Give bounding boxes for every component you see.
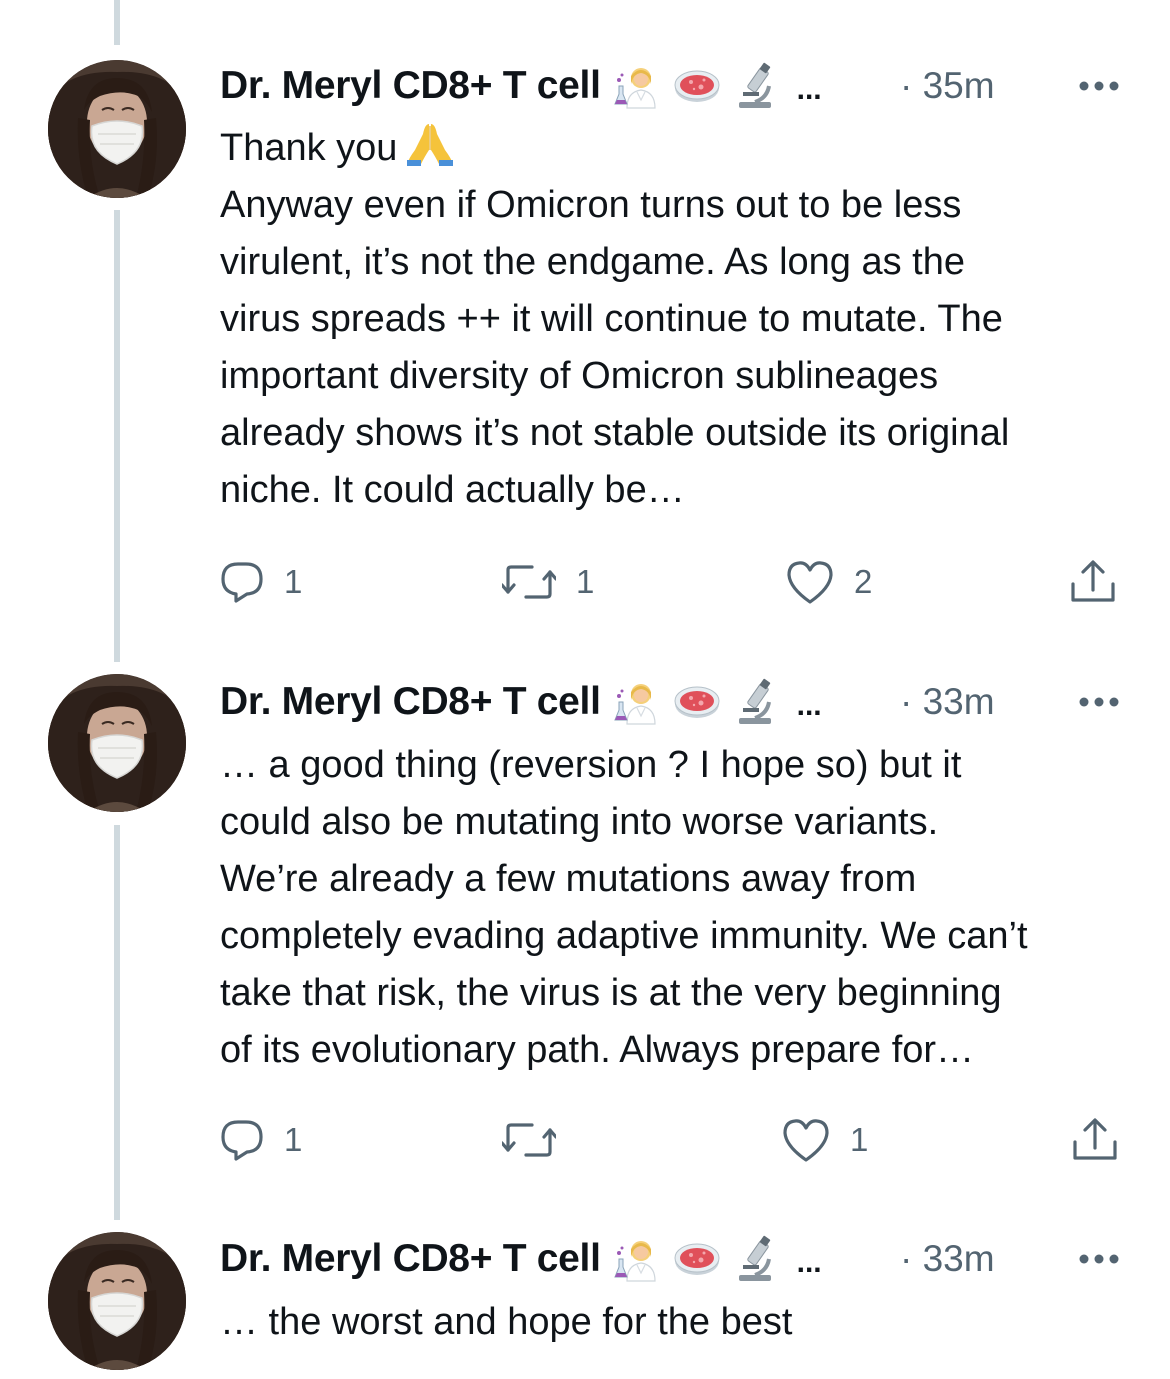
thread-line bbox=[114, 0, 120, 45]
scientist-emoji bbox=[613, 62, 661, 110]
avatar[interactable] bbox=[48, 1232, 186, 1370]
text-line: of its evolutionary path. Always prepare… bbox=[220, 1029, 975, 1071]
text-line: Anyway even if Omicron turns out to be l… bbox=[220, 184, 962, 226]
reply-count: 1 bbox=[284, 1121, 303, 1158]
like-count: 1 bbox=[850, 1121, 869, 1158]
tweet-header: Dr. Meryl CD8+ T cell ... · 35m bbox=[220, 56, 1170, 116]
timestamp[interactable]: · 33m bbox=[900, 681, 995, 723]
heart-icon bbox=[782, 1118, 830, 1162]
more-options-icon[interactable] bbox=[1078, 696, 1120, 708]
action-bar: 1 1 bbox=[220, 1110, 1120, 1170]
reply-button[interactable]: 1 bbox=[220, 552, 302, 612]
petri-dish-emoji bbox=[673, 678, 721, 726]
microscope-emoji bbox=[733, 678, 781, 726]
text-line: niche. It could actually be… bbox=[220, 469, 685, 511]
timestamp[interactable]: · 33m bbox=[900, 1238, 995, 1280]
text-line: virulent, it’s not the endgame. As long … bbox=[220, 241, 965, 283]
action-bar: 1 1 2 bbox=[220, 552, 1120, 612]
tweet-text: … a good thing (reversion ? I hope so) b… bbox=[220, 737, 1140, 1079]
share-button[interactable] bbox=[1070, 552, 1116, 612]
like-count: 2 bbox=[854, 563, 873, 600]
reply-count: 1 bbox=[284, 563, 303, 600]
timestamp[interactable]: · 35m bbox=[900, 65, 995, 107]
share-icon bbox=[1070, 560, 1116, 604]
microscope-emoji bbox=[733, 1235, 781, 1283]
reply-icon bbox=[220, 1118, 264, 1162]
avatar[interactable] bbox=[48, 60, 186, 198]
scientist-emoji bbox=[613, 1235, 661, 1283]
thread-line bbox=[114, 210, 120, 662]
retweet-button[interactable] bbox=[502, 1110, 576, 1170]
text-line: … a good thing (reversion ? I hope so) b… bbox=[220, 744, 962, 786]
text-line: important diversity of Omicron sublineag… bbox=[220, 355, 939, 397]
thread-line bbox=[114, 825, 120, 1220]
share-icon bbox=[1072, 1118, 1118, 1162]
reply-button[interactable]: 1 bbox=[220, 1110, 302, 1170]
like-button[interactable]: 2 bbox=[786, 552, 872, 612]
text-line: completely evading adaptive immunity. We… bbox=[220, 915, 1028, 957]
text-line: … the worst and hope for the best bbox=[220, 1301, 793, 1343]
text-line: already shows it’s not stable outside it… bbox=[220, 412, 1010, 454]
tweet-text: … the worst and hope for the best bbox=[220, 1294, 1140, 1351]
retweet-icon bbox=[502, 1120, 556, 1160]
tweet-text: Thank you Anyway even if Omicron turns o… bbox=[220, 120, 1140, 519]
author-name[interactable]: Dr. Meryl CD8+ T cell bbox=[220, 680, 601, 724]
tweet-header: Dr. Meryl CD8+ T cell ... · 33m bbox=[220, 1229, 1170, 1289]
retweet-count: 1 bbox=[576, 563, 595, 600]
author-name[interactable]: Dr. Meryl CD8+ T cell bbox=[220, 1237, 601, 1281]
text-line: We’re already a few mutations away from bbox=[220, 858, 917, 900]
name-truncation: ... bbox=[796, 689, 822, 722]
microscope-emoji bbox=[733, 62, 781, 110]
avatar[interactable] bbox=[48, 674, 186, 812]
like-button[interactable]: 1 bbox=[782, 1110, 868, 1170]
share-button[interactable] bbox=[1072, 1110, 1118, 1170]
retweet-icon bbox=[502, 562, 556, 602]
tweet-header: Dr. Meryl CD8+ T cell ... · 33m bbox=[220, 672, 1170, 732]
more-options-icon[interactable] bbox=[1078, 80, 1120, 92]
scientist-emoji bbox=[613, 678, 661, 726]
heart-icon bbox=[786, 560, 834, 604]
reply-icon bbox=[220, 560, 264, 604]
text-line: could also be mutating into worse varian… bbox=[220, 801, 939, 843]
retweet-button[interactable]: 1 bbox=[502, 552, 594, 612]
author-name[interactable]: Dr. Meryl CD8+ T cell bbox=[220, 64, 601, 108]
name-truncation: ... bbox=[796, 73, 822, 106]
name-truncation: ... bbox=[796, 1246, 822, 1279]
more-options-icon[interactable] bbox=[1078, 1253, 1120, 1265]
text-line: virus spreads ++ it will continue to mut… bbox=[220, 298, 1003, 340]
petri-dish-emoji bbox=[673, 1235, 721, 1283]
text-line: take that risk, the virus is at the very… bbox=[220, 972, 1002, 1014]
folded-hands-emoji bbox=[405, 120, 455, 166]
petri-dish-emoji bbox=[673, 62, 721, 110]
text-line: Thank you bbox=[220, 120, 1140, 177]
